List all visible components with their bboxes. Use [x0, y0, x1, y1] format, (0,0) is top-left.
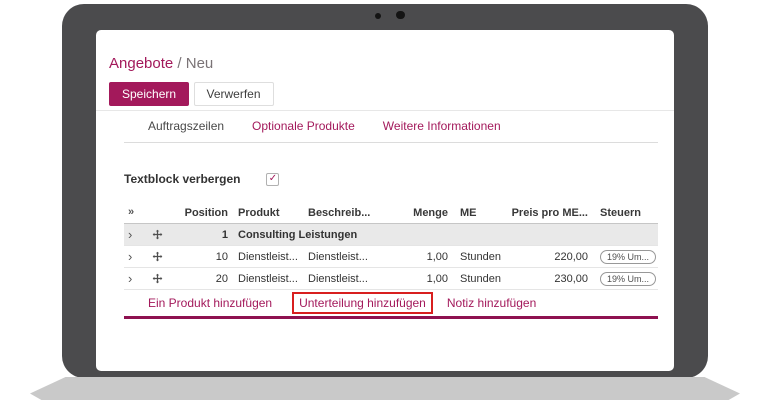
add-note-link[interactable]: Notiz hinzufügen	[447, 296, 536, 310]
breadcrumb-current: Neu	[186, 55, 214, 72]
cell-position: 20	[170, 273, 230, 285]
section-position: 1	[170, 229, 230, 241]
table-footer-links: Ein Produkt hinzufügen Unterteilung hinz…	[148, 290, 658, 315]
cell-taxes: 19% Um...	[590, 272, 658, 286]
cell-unit-price: 230,00	[508, 273, 590, 285]
cell-description: Dienstleist...	[300, 273, 390, 285]
textblock-field: Textblock verbergen ✓	[124, 172, 279, 186]
cell-product: Dienstleist...	[230, 251, 300, 263]
order-line-row[interactable]: › 20 Dienstleist... Dienstleist... 1,00 …	[124, 268, 658, 290]
tax-badge: 19% Um...	[600, 250, 656, 264]
table-header-row: » Position Produkt Beschreib... Menge ME…	[124, 202, 658, 224]
table-bottom-accent-line	[124, 316, 658, 319]
tax-badge: 19% Um...	[600, 272, 656, 286]
header-expand: »	[124, 207, 144, 218]
tab-weitere-informationen[interactable]: Weitere Informationen	[369, 119, 515, 142]
camera-sensor-icon	[396, 11, 405, 19]
add-section-highlight-box: Unterteilung hinzufügen	[292, 292, 433, 314]
header-product: Produkt	[230, 207, 300, 219]
drag-handle-icon[interactable]	[144, 273, 170, 284]
header-description: Beschreib...	[300, 207, 390, 219]
textblock-label: Textblock verbergen	[124, 172, 240, 186]
app-screen: Angebote / Neu Speichern Verwerfen Auftr…	[96, 30, 674, 371]
tab-auftragszeilen[interactable]: Auftragszeilen	[134, 119, 238, 142]
section-title: Consulting Leistungen	[230, 229, 658, 241]
order-line-row[interactable]: › 10 Dienstleist... Dienstleist... 1,00 …	[124, 246, 658, 268]
notebook-tabs: Auftragszeilen Optionale Produkte Weiter…	[124, 115, 658, 143]
add-product-link[interactable]: Ein Produkt hinzufügen	[148, 296, 272, 310]
textblock-checkbox[interactable]: ✓	[266, 173, 279, 186]
check-icon: ✓	[269, 174, 277, 184]
cell-quantity: 1,00	[390, 273, 450, 285]
section-row[interactable]: › 1 Consulting Leistungen	[124, 224, 658, 246]
laptop-base	[30, 377, 740, 400]
breadcrumb-separator: /	[177, 55, 181, 72]
header-position: Position	[170, 207, 230, 219]
cell-product: Dienstleist...	[230, 273, 300, 285]
drag-handle-icon[interactable]	[144, 251, 170, 262]
breadcrumb: Angebote / Neu	[109, 55, 213, 72]
add-section-link[interactable]: Unterteilung hinzufügen	[299, 296, 426, 310]
breadcrumb-section[interactable]: Angebote	[109, 55, 173, 72]
cell-taxes: 19% Um...	[590, 250, 658, 264]
header-taxes: Steuern	[590, 207, 658, 219]
cell-description: Dienstleist...	[300, 251, 390, 263]
drag-handle-icon[interactable]	[144, 229, 170, 240]
laptop-mockup: Angebote / Neu Speichern Verwerfen Auftr…	[0, 0, 770, 404]
tab-optionale-produkte[interactable]: Optionale Produkte	[238, 119, 369, 142]
header-unit-price: Preis pro ME...	[508, 207, 590, 219]
expand-row-icon[interactable]: ›	[124, 228, 144, 241]
cell-quantity: 1,00	[390, 251, 450, 263]
cell-uom: Stunden	[450, 251, 508, 263]
expand-row-icon[interactable]: ›	[124, 272, 144, 285]
cell-unit-price: 220,00	[508, 251, 590, 263]
discard-button[interactable]: Verwerfen	[194, 82, 274, 106]
camera-dot-icon	[375, 13, 381, 19]
order-lines-table: » Position Produkt Beschreib... Menge ME…	[124, 202, 658, 319]
action-bar: Speichern Verwerfen	[96, 82, 674, 111]
header-quantity: Menge	[390, 207, 450, 219]
header-uom: ME	[450, 207, 508, 219]
cell-uom: Stunden	[450, 273, 508, 285]
save-button[interactable]: Speichern	[109, 82, 189, 106]
expand-row-icon[interactable]: ›	[124, 250, 144, 263]
cell-position: 10	[170, 251, 230, 263]
